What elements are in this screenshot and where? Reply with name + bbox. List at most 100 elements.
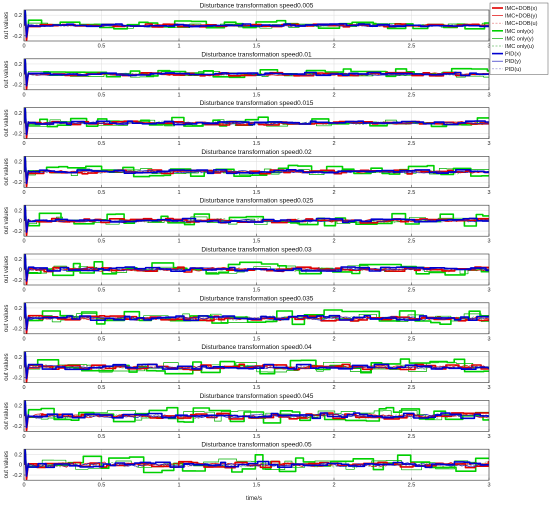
y-axis-label: out values [4, 305, 10, 332]
subplot-5: Disturbance transformation speed0.025 -0.… [4, 198, 491, 245]
legend-label: IMC only(x) [505, 29, 534, 35]
y-axis-label: out values [4, 256, 10, 283]
x-tick-label: 1 [177, 434, 180, 440]
x-tick-label: 0.5 [98, 92, 106, 98]
x-tick-label: 0 [22, 336, 25, 342]
y-tick-label: 0.2 [14, 452, 22, 458]
subplot-3: Disturbance transformation speed0.015 -0.… [4, 100, 491, 147]
x-tick-label: 2 [332, 336, 335, 342]
x-tick-label: 2 [332, 483, 335, 489]
x-tick-label: 2 [332, 44, 335, 50]
x-tick-label: 2.5 [408, 434, 416, 440]
y-tick-label: 0 [19, 121, 22, 127]
subplot-1: Disturbance transformation speed0.005 -0.… [4, 3, 491, 50]
subplot-title: Disturbance transformation speed0.025 [200, 198, 314, 205]
y-tick-label: 0.2 [14, 306, 22, 312]
subplot-9: Disturbance transformation speed0.045 -0.… [4, 393, 491, 440]
y-tick-label: 0.2 [14, 404, 22, 410]
y-tick-label: 0.2 [14, 208, 22, 214]
subplot-title: Disturbance transformation speed0.04 [201, 344, 312, 351]
y-tick-label: 0 [19, 463, 22, 469]
x-tick-label: 1.5 [253, 336, 261, 342]
x-tick-label: 1.5 [253, 190, 261, 196]
x-tick-label: 3 [487, 336, 490, 342]
x-tick-label: 0.5 [98, 385, 106, 391]
y-axis-label: out values [4, 12, 10, 39]
x-tick-label: 3 [487, 92, 490, 98]
x-tick-label: 1.5 [253, 483, 261, 489]
x-tick-label: 1 [177, 141, 180, 147]
x-tick-label: 0 [22, 385, 25, 391]
x-tick-label: 1 [177, 288, 180, 294]
x-tick-label: 1 [177, 239, 180, 245]
x-tick-label: 2.5 [408, 44, 416, 50]
y-tick-label: 0 [19, 268, 22, 274]
subplot-title: Disturbance transformation speed0.01 [201, 51, 312, 58]
legend-label: IMC+DOB(u) [505, 21, 538, 27]
x-tick-label: 0.5 [98, 141, 106, 147]
x-tick-label: 0 [22, 483, 25, 489]
x-tick-label: 1.5 [253, 44, 261, 50]
y-tick-label: -0.2 [13, 131, 22, 137]
subplot-title: Disturbance transformation speed0.005 [200, 3, 314, 10]
x-tick-label: 3 [487, 288, 490, 294]
y-tick-label: -0.2 [13, 180, 22, 186]
x-tick-label: 2.5 [408, 141, 416, 147]
subplot-title: Disturbance transformation speed0.045 [200, 393, 314, 400]
x-tick-label: 0.5 [98, 336, 106, 342]
y-tick-label: -0.2 [13, 473, 22, 479]
x-tick-label: 1 [177, 92, 180, 98]
y-tick-label: 0.2 [14, 160, 22, 166]
x-tick-label: 1 [177, 336, 180, 342]
y-tick-label: 0 [19, 365, 22, 371]
legend-label: IMC only(u) [505, 44, 534, 50]
legend-label: PID(u) [505, 67, 521, 73]
y-tick-label: -0.2 [13, 375, 22, 381]
x-tick-label: 0 [22, 92, 25, 98]
x-tick-label: 0.5 [98, 190, 106, 196]
x-tick-label: 2.5 [408, 239, 416, 245]
y-axis-label: out values [4, 207, 10, 234]
subplot-title: Disturbance transformation speed0.03 [201, 247, 312, 254]
subplot-title: Disturbance transformation speed0.05 [201, 442, 312, 449]
x-tick-label: 3 [487, 434, 490, 440]
y-tick-label: 0 [19, 170, 22, 176]
y-tick-label: -0.2 [13, 278, 22, 284]
legend-label: IMC+DOB(x) [505, 6, 537, 12]
x-tick-label: 1 [177, 44, 180, 50]
x-tick-label: 3 [487, 239, 490, 245]
x-tick-label: 0 [22, 190, 25, 196]
subplot-title: Disturbance transformation speed0.02 [201, 149, 312, 156]
x-tick-label: 0.5 [98, 288, 106, 294]
y-tick-label: 0 [19, 219, 22, 225]
y-tick-label: 0 [19, 24, 22, 30]
x-tick-label: 0 [22, 141, 25, 147]
y-tick-label: -0.2 [13, 83, 22, 89]
subplot-stack: Disturbance transformation speed0.005 -0.… [4, 3, 491, 489]
x-tick-label: 0.5 [98, 239, 106, 245]
x-tick-label: 2.5 [408, 288, 416, 294]
x-axis-label: time/s [246, 496, 262, 502]
subplot-4: Disturbance transformation speed0.02 -0.2… [4, 149, 491, 196]
x-tick-label: 2 [332, 239, 335, 245]
x-tick-label: 2 [332, 288, 335, 294]
x-tick-label: 2 [332, 92, 335, 98]
x-tick-label: 2.5 [408, 92, 416, 98]
y-tick-label: -0.2 [13, 229, 22, 235]
y-axis-label: out values [4, 402, 10, 429]
x-tick-label: 0 [22, 288, 25, 294]
x-tick-label: 0.5 [98, 44, 106, 50]
x-tick-label: 2 [332, 385, 335, 391]
x-tick-label: 1.5 [253, 239, 261, 245]
y-tick-label: 0.2 [14, 355, 22, 361]
figure: Disturbance transformation speed0.005 -0.… [4, 3, 549, 502]
y-tick-label: -0.2 [13, 34, 22, 40]
y-tick-label: 0.2 [14, 62, 22, 68]
subplot-6: Disturbance transformation speed0.03 -0.2… [4, 247, 491, 294]
y-tick-label: -0.2 [13, 327, 22, 333]
y-tick-label: 0 [19, 72, 22, 78]
x-tick-label: 0.5 [98, 483, 106, 489]
x-tick-label: 2.5 [408, 483, 416, 489]
y-tick-label: 0 [19, 414, 22, 420]
legend-label: PID(y) [505, 59, 521, 65]
